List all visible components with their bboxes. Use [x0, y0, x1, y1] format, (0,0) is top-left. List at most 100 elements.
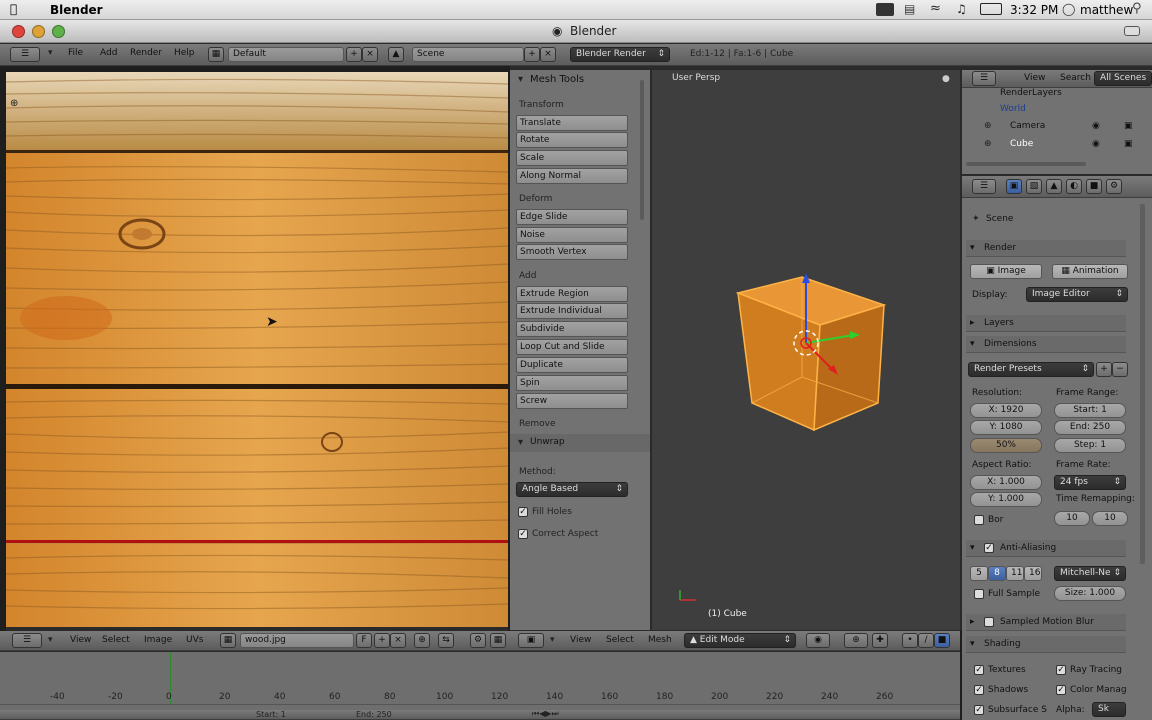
- close-window-button[interactable]: [12, 25, 25, 38]
- zoom-window-button[interactable]: [52, 25, 65, 38]
- render-tab-icon[interactable]: ▣: [1006, 179, 1022, 194]
- fake-user-button[interactable]: F: [356, 633, 372, 648]
- render-panel-header[interactable]: ▾ Render: [966, 240, 1126, 257]
- outliner-menu-search[interactable]: Search: [1060, 73, 1091, 83]
- sync-icon[interactable]: ▤: [904, 2, 915, 16]
- properties-scrollbar[interactable]: [1140, 204, 1145, 564]
- battery-icon[interactable]: [980, 3, 1002, 15]
- motion-blur-panel-header[interactable]: ▸ Sampled Motion Blur: [966, 614, 1126, 631]
- loop-cut-button[interactable]: Loop Cut and Slide: [516, 339, 628, 355]
- editor-type-icon[interactable]: ☰: [10, 47, 40, 62]
- new-image-button[interactable]: +: [374, 633, 390, 648]
- outliner-item-world[interactable]: World: [1000, 104, 1026, 114]
- editor-type-icon[interactable]: ☰: [972, 71, 996, 86]
- outliner-scrollbar[interactable]: [966, 162, 1086, 166]
- subdivide-button[interactable]: Subdivide: [516, 321, 628, 337]
- resolution-y-field[interactable]: Y: 1080: [970, 420, 1042, 435]
- frame-step-field[interactable]: Step: 1: [1054, 438, 1126, 453]
- expand-icon[interactable]: ⊕: [984, 121, 992, 131]
- tool-shelf-scrollbar[interactable]: [640, 80, 644, 220]
- sync-selection-icon[interactable]: ⇆: [438, 633, 454, 648]
- resolution-x-field[interactable]: X: 1920: [970, 403, 1042, 418]
- menu-render[interactable]: Render: [130, 48, 162, 58]
- motion-blur-checkbox[interactable]: [984, 617, 994, 627]
- scene-tab-icon[interactable]: ▲: [1046, 179, 1062, 194]
- end-frame-field[interactable]: End: 250: [356, 710, 392, 719]
- collapse-menus-icon[interactable]: ▾: [550, 635, 555, 645]
- frame-rate-dropdown[interactable]: 24 fps ⇕: [1054, 475, 1126, 490]
- frame-end-field[interactable]: End: 250: [1054, 420, 1126, 435]
- layers-panel-header[interactable]: ▸ Layers: [966, 315, 1126, 332]
- outliner-display-dropdown[interactable]: All Scenes: [1094, 71, 1152, 86]
- smooth-vertex-button[interactable]: Smooth Vertex: [516, 244, 628, 260]
- fill-holes-checkbox[interactable]: ✓: [518, 507, 528, 517]
- image-name-field[interactable]: wood.jpg: [240, 633, 354, 648]
- menu-file[interactable]: File: [68, 48, 83, 58]
- full-sample-checkbox[interactable]: [974, 589, 984, 599]
- spotlight-icon[interactable]: ⚲: [1132, 1, 1142, 16]
- menu-add[interactable]: Add: [100, 48, 117, 58]
- unwrap-panel-header[interactable]: ▾ Unwrap: [510, 434, 650, 452]
- ray-tracing-checkbox[interactable]: ✓: [1056, 665, 1066, 675]
- anti-aliasing-checkbox[interactable]: ✓: [984, 543, 994, 553]
- face-select-icon[interactable]: ■: [934, 633, 950, 648]
- area-divider[interactable]: [960, 630, 962, 720]
- aa-samples-16[interactable]: 16: [1024, 566, 1042, 581]
- cube-object[interactable]: [722, 265, 892, 440]
- aa-samples-8[interactable]: 8: [988, 566, 1006, 581]
- rotate-button[interactable]: Rotate: [516, 132, 628, 148]
- image-menu-view[interactable]: View: [70, 635, 91, 645]
- pin-icon[interactable]: ✦: [972, 214, 980, 224]
- snap-icon[interactable]: ⚙: [470, 633, 486, 648]
- image-editor-canvas[interactable]: ⊕ ➤: [6, 72, 508, 627]
- camera-render-icon[interactable]: ▣: [1124, 121, 1133, 131]
- uv-grid-icon[interactable]: ▦: [490, 633, 506, 648]
- menu-help[interactable]: Help: [174, 48, 195, 58]
- color-management-checkbox[interactable]: ✓: [1056, 685, 1066, 695]
- scale-button[interactable]: Scale: [516, 150, 628, 166]
- panel-collapse-icon[interactable]: ▾: [518, 74, 523, 85]
- expand-icon[interactable]: ⊕: [984, 139, 992, 149]
- aspect-x-field[interactable]: X: 1.000: [970, 475, 1042, 490]
- frame-start-field[interactable]: Start: 1: [1054, 403, 1126, 418]
- add-preset-button[interactable]: +: [1096, 362, 1112, 377]
- remove-scene-button[interactable]: ×: [540, 47, 556, 62]
- add-screen-button[interactable]: +: [346, 47, 362, 62]
- edge-slide-button[interactable]: Edge Slide: [516, 209, 628, 225]
- display-dropdown[interactable]: Image Editor ⇕: [1026, 287, 1128, 302]
- collapse-menus-icon[interactable]: ▾: [48, 635, 53, 645]
- screw-button[interactable]: Screw: [516, 393, 628, 409]
- toolbar-toggle-button[interactable]: [1124, 26, 1140, 36]
- image-menu-uvs[interactable]: UVs: [186, 635, 203, 645]
- object-tab-icon[interactable]: ■: [1086, 179, 1102, 194]
- shading-panel-header[interactable]: ▾ Shading: [966, 636, 1126, 653]
- spin-button[interactable]: Spin: [516, 375, 628, 391]
- render-image-button[interactable]: ▣ Image: [970, 264, 1042, 279]
- start-frame-field[interactable]: Start: 1: [256, 710, 286, 719]
- aa-filter-dropdown[interactable]: Mitchell-Ne ⇕: [1054, 566, 1126, 581]
- eye-icon[interactable]: ◉: [1092, 121, 1100, 131]
- aa-samples-11[interactable]: 11: [1006, 566, 1024, 581]
- dimensions-panel-header[interactable]: ▾ Dimensions: [966, 336, 1126, 353]
- unlink-image-button[interactable]: ×: [390, 633, 406, 648]
- pivot-point-icon[interactable]: ⊕: [844, 633, 868, 648]
- timeline[interactable]: -40 -20 0 20 40 60 80 100 120 140 160 18…: [0, 652, 960, 720]
- subsurface-checkbox[interactable]: ✓: [974, 705, 984, 715]
- apple-icon[interactable]: : [10, 2, 17, 16]
- alpha-dropdown[interactable]: Sk: [1092, 702, 1126, 717]
- volume-icon[interactable]: ♫: [956, 2, 967, 16]
- view3d-menu-select[interactable]: Select: [606, 635, 634, 645]
- modifier-tab-icon[interactable]: ⚙: [1106, 179, 1122, 194]
- app-name[interactable]: Blender: [50, 3, 103, 17]
- clock[interactable]: 3:32 PM: [1010, 3, 1058, 17]
- translate-button[interactable]: Translate: [516, 115, 628, 131]
- outliner-item-cube[interactable]: Cube: [1010, 139, 1033, 149]
- collapse-menus-icon[interactable]: ▾: [48, 48, 53, 58]
- editor-type-icon[interactable]: ☰: [12, 633, 42, 648]
- render-animation-button[interactable]: ▦ Animation: [1052, 264, 1128, 279]
- extrude-region-button[interactable]: Extrude Region: [516, 286, 628, 302]
- manipulator-icon[interactable]: ✚: [872, 633, 888, 648]
- along-normal-button[interactable]: Along Normal: [516, 168, 628, 184]
- render-presets-dropdown[interactable]: Render Presets ⇕: [968, 362, 1094, 377]
- extrude-individual-button[interactable]: Extrude Individual: [516, 303, 628, 319]
